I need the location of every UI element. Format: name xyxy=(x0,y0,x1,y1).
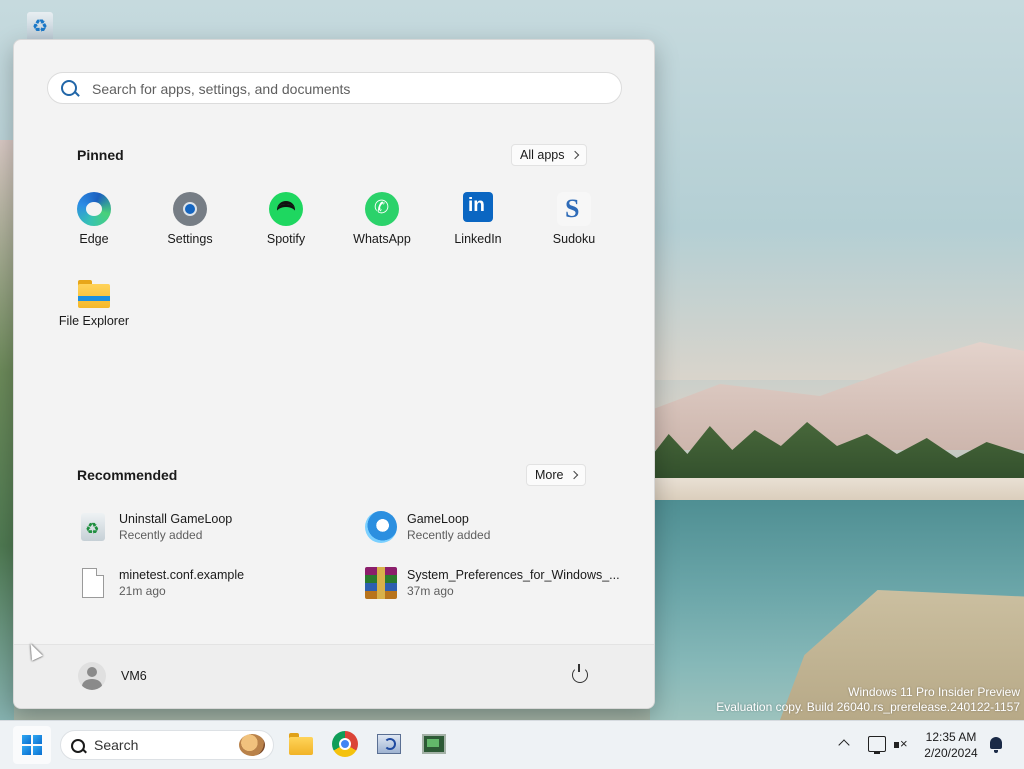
start-footer xyxy=(14,645,654,708)
taskbar-search-label: Search xyxy=(94,737,139,753)
chevron-right-icon xyxy=(570,470,579,480)
recycle-bin-icon xyxy=(27,12,53,42)
pinned-app-file-explorer[interactable]: File Explorer xyxy=(46,276,142,328)
clock-time: 12:35 AM xyxy=(925,730,977,744)
recommended-item-title: GameLoop xyxy=(407,512,469,526)
network-icon[interactable] xyxy=(868,736,886,754)
start-button[interactable] xyxy=(13,726,51,764)
user-name[interactable]: VM6 xyxy=(121,669,147,683)
spotify-icon xyxy=(269,192,303,226)
start-search-box[interactable] xyxy=(47,72,622,104)
pinned-app-sudoku[interactable]: Sudoku xyxy=(526,192,622,246)
start-search-input[interactable] xyxy=(90,77,594,101)
recommended-item[interactable]: GameLoop Recently added xyxy=(365,511,490,543)
recommended-item-subtitle: 21m ago xyxy=(119,584,166,598)
recommended-item[interactable]: Uninstall GameLoop Recently added xyxy=(77,511,232,543)
pinned-app-settings[interactable]: Settings xyxy=(142,189,238,246)
pinned-app-label: Sudoku xyxy=(552,232,596,246)
pinned-app-label: Spotify xyxy=(266,232,306,246)
recommended-title: Recommended xyxy=(77,467,178,483)
pinned-app-label: Settings xyxy=(167,232,213,246)
notification-bell-icon[interactable] xyxy=(990,737,1002,753)
user-avatar[interactable] xyxy=(78,662,106,690)
recommended-item-title: Uninstall GameLoop xyxy=(119,512,233,526)
pinned-app-linkedin[interactable]: LinkedIn xyxy=(430,192,526,246)
more-button[interactable]: More xyxy=(526,464,587,486)
pinned-app-label: Edge xyxy=(79,232,109,246)
windows-watermark: Windows 11 Pro Insider Preview Evaluatio… xyxy=(716,685,1020,715)
recommended-item-title: System_Preferences_for_Windows_... xyxy=(407,568,620,582)
pinned-app-whatsapp[interactable]: WhatsApp xyxy=(334,192,430,246)
edge-icon xyxy=(77,192,111,226)
recommended-item-subtitle: 37m ago xyxy=(407,584,454,598)
winrar-archive-icon xyxy=(365,567,397,599)
chrome-taskbar-icon[interactable] xyxy=(332,731,358,757)
remote-desktop-taskbar-icon[interactable] xyxy=(377,734,401,754)
watermark-build: Evaluation copy. Build 26040.rs_prerelea… xyxy=(716,700,1020,714)
taskbar-search[interactable]: Search xyxy=(60,730,274,760)
recommended-item-subtitle: Recently added xyxy=(407,528,491,542)
linkedin-icon xyxy=(463,192,493,222)
windows-logo-icon xyxy=(22,735,42,755)
all-apps-button[interactable]: All apps xyxy=(511,144,588,166)
taskbar-clock[interactable]: 12:35 AM 2/20/2024 xyxy=(920,729,982,761)
gameloop-icon xyxy=(365,511,397,543)
start-menu: Pinned All apps Edge Settings Spotify Wh… xyxy=(13,39,655,709)
file-icon xyxy=(82,568,104,598)
search-icon xyxy=(61,80,77,96)
all-apps-label: All apps xyxy=(520,148,565,162)
recycle-bin-icon xyxy=(81,513,105,541)
recommended-item-subtitle: Recently added xyxy=(119,528,203,542)
clock-date: 2/20/2024 xyxy=(924,746,978,760)
pinned-app-spotify[interactable]: Spotify xyxy=(238,192,334,246)
resource-monitor-taskbar-icon[interactable] xyxy=(422,734,446,754)
pinned-app-label: LinkedIn xyxy=(454,232,502,246)
folder-icon xyxy=(78,280,110,308)
search-highlight-icon xyxy=(239,734,265,756)
recommended-item[interactable]: minetest.conf.example 21m ago xyxy=(77,567,244,599)
sudoku-icon xyxy=(557,192,591,226)
search-icon xyxy=(71,739,85,753)
pinned-app-label: File Explorer xyxy=(58,314,130,328)
power-icon[interactable] xyxy=(572,664,588,683)
whatsapp-icon xyxy=(365,192,399,226)
watermark-edition: Windows 11 Pro Insider Preview xyxy=(848,685,1020,699)
pinned-app-edge[interactable]: Edge xyxy=(46,192,142,246)
recommended-item[interactable]: System_Preferences_for_Windows_... 37m a… xyxy=(365,567,620,599)
more-label: More xyxy=(535,468,564,482)
footer-divider xyxy=(14,644,654,645)
chevron-right-icon xyxy=(571,150,580,160)
settings-gear-icon xyxy=(170,189,210,229)
pinned-title: Pinned xyxy=(77,147,124,163)
file-explorer-taskbar-icon[interactable] xyxy=(287,731,315,757)
recommended-item-title: minetest.conf.example xyxy=(119,568,245,582)
volume-muted-icon[interactable] xyxy=(894,736,908,752)
wallpaper-left-edge xyxy=(0,140,14,720)
pinned-app-label: WhatsApp xyxy=(353,232,411,246)
